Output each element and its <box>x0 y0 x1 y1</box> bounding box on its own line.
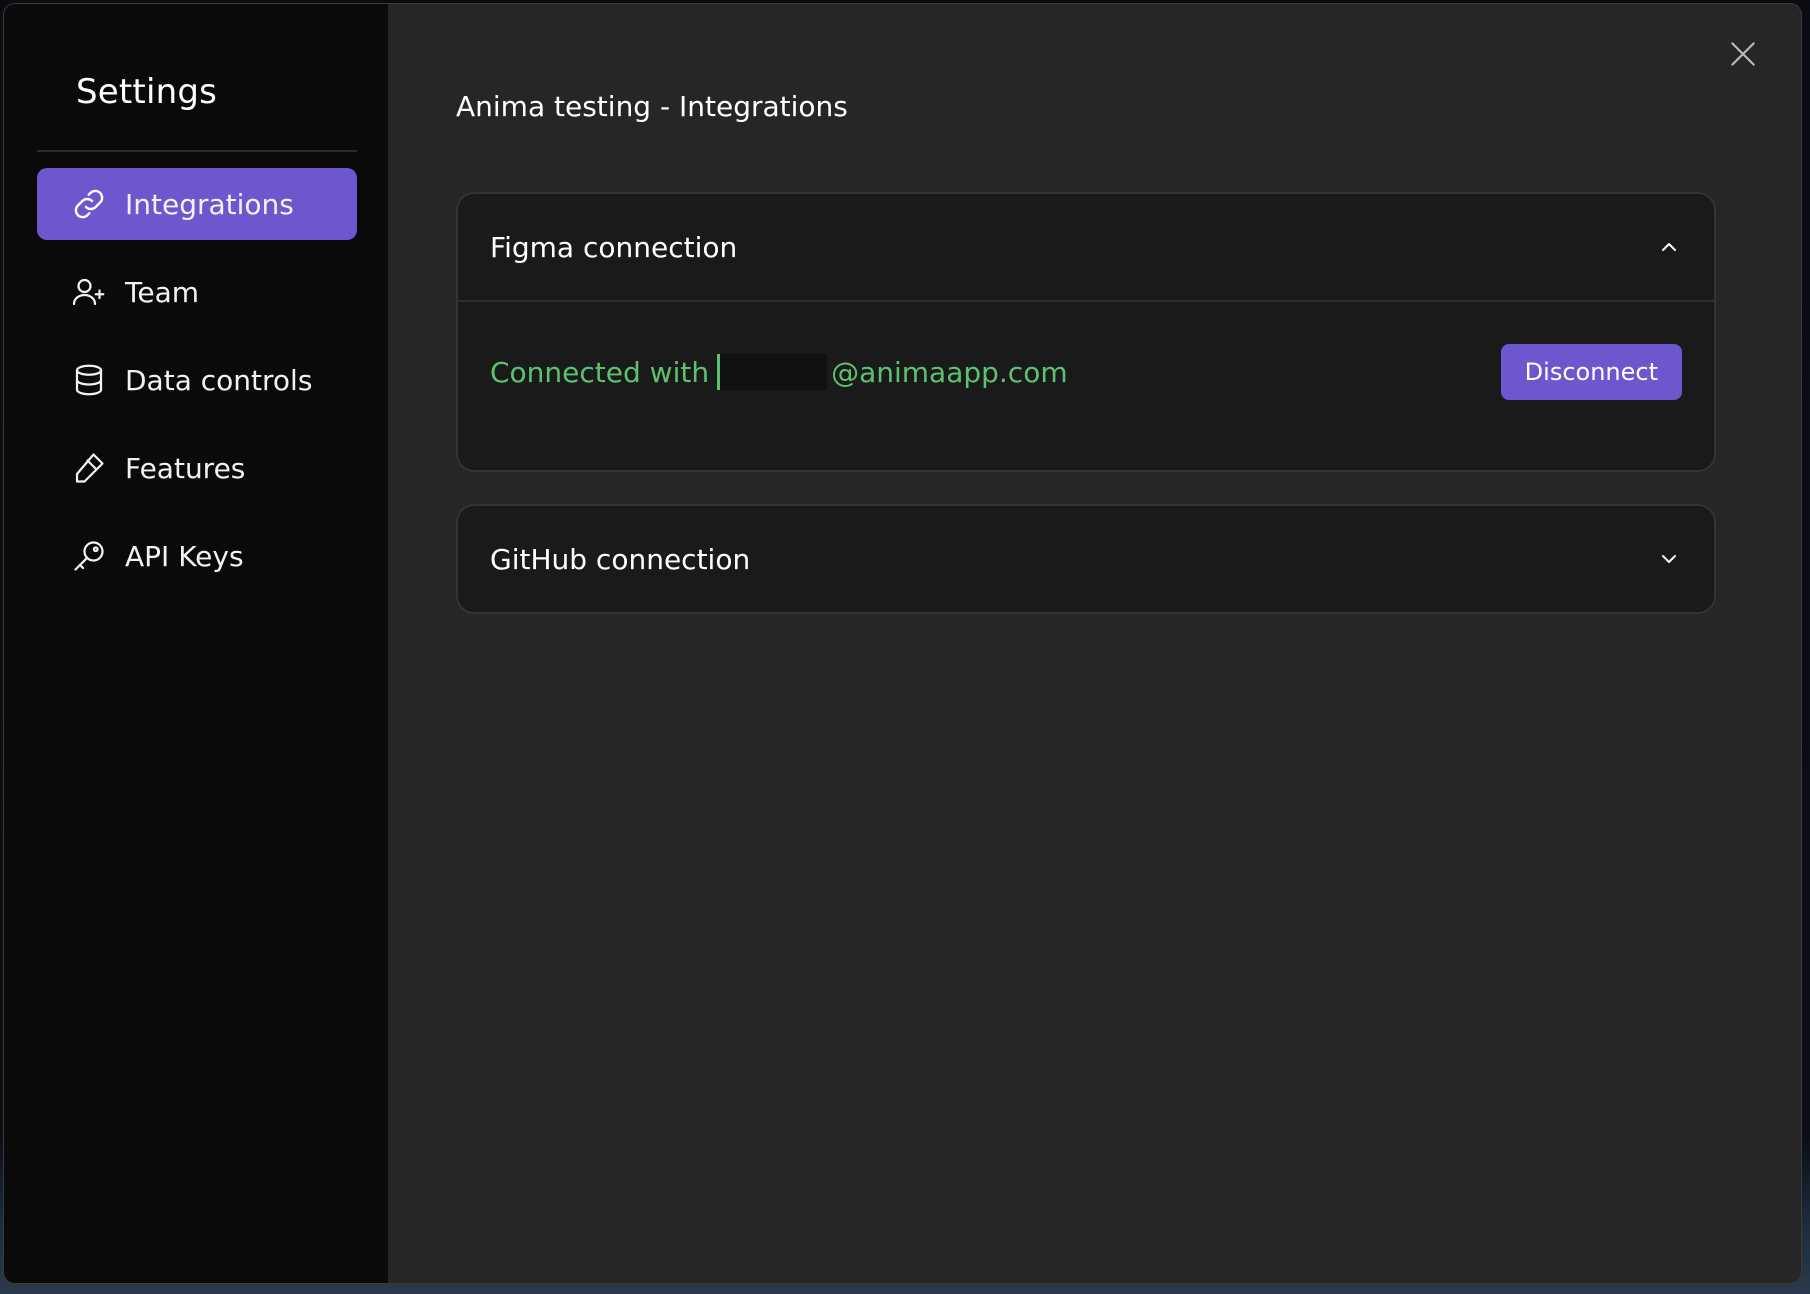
close-button[interactable] <box>1723 36 1763 76</box>
redacted-email-user <box>717 354 828 390</box>
sidebar-item-features[interactable]: Features <box>37 432 357 504</box>
panel-title: Figma connection <box>490 230 738 264</box>
github-connection-panel: GitHub connection <box>456 504 1716 614</box>
status-prefix: Connected with <box>490 355 710 389</box>
settings-sidebar: Settings Integrations Team Data controls… <box>4 4 388 1283</box>
figma-connection-header[interactable]: Figma connection <box>458 194 1714 300</box>
chevron-up-icon <box>1654 232 1684 262</box>
sidebar-item-label: Integrations <box>125 187 294 221</box>
settings-main: Anima testing - Integrations Figma conne… <box>388 4 1801 1283</box>
connection-status: Connected with @animaapp.com <box>490 354 1068 390</box>
eraser-icon <box>71 448 111 488</box>
sidebar-item-label: Data controls <box>125 363 313 397</box>
sidebar-item-label: Features <box>125 451 246 485</box>
sidebar-item-label: Team <box>125 275 200 309</box>
sidebar-item-api-keys[interactable]: API Keys <box>37 520 357 592</box>
sidebar-title: Settings <box>76 72 218 112</box>
sidebar-item-label: API Keys <box>125 539 244 573</box>
github-connection-header[interactable]: GitHub connection <box>458 506 1714 612</box>
key-icon <box>71 536 111 576</box>
figma-connection-panel: Figma connection Connected with @animaap… <box>456 192 1716 472</box>
chevron-down-icon <box>1654 544 1684 574</box>
status-email-suffix: @animaapp.com <box>831 355 1068 389</box>
close-icon <box>1727 38 1759 74</box>
panel-title: GitHub connection <box>490 542 751 576</box>
sidebar-item-integrations[interactable]: Integrations <box>37 168 357 240</box>
figma-connection-body: Connected with @animaapp.com Disconnect <box>458 302 1714 470</box>
page-title: Anima testing - Integrations <box>456 90 848 123</box>
sidebar-divider <box>37 150 357 152</box>
settings-modal: Settings Integrations Team Data controls… <box>3 3 1802 1284</box>
user-plus-icon <box>71 272 111 312</box>
disconnect-button[interactable]: Disconnect <box>1500 344 1682 400</box>
settings-nav: Integrations Team Data controls Features… <box>37 168 357 608</box>
database-icon <box>71 360 111 400</box>
sidebar-item-data-controls[interactable]: Data controls <box>37 344 357 416</box>
sidebar-item-team[interactable]: Team <box>37 256 357 328</box>
link-icon <box>71 184 111 224</box>
